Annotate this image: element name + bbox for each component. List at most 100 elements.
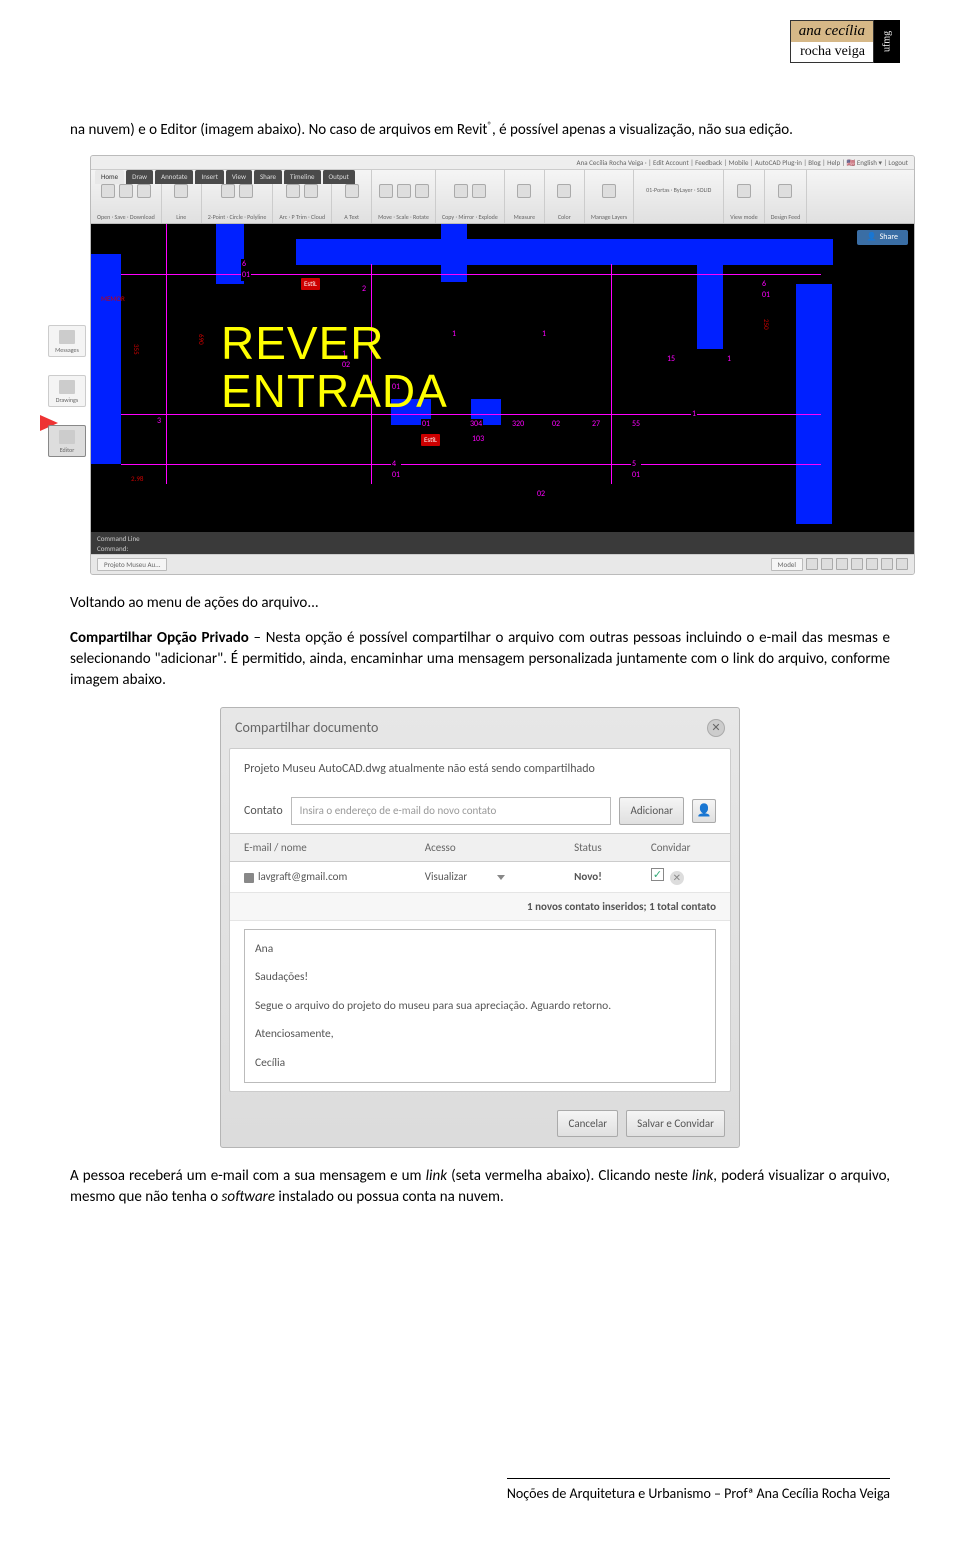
snap-icon[interactable] [806,558,818,570]
arc-icon[interactable] [286,184,300,198]
header-logo: ana cecília rocha veiga ufmg [790,20,900,63]
para1-a: na nuvem) e o Editor (imagem abaixo). No… [70,121,487,139]
ribbon-group-measure[interactable]: Measure [505,170,545,223]
zoom-in-icon[interactable] [866,558,878,570]
copy-icon[interactable] [454,184,468,198]
page-footer: Noções de Arquitetura e Urbanismo – Prof… [437,1478,960,1502]
ribbon-group-color[interactable]: Color [545,170,585,223]
ortho-icon[interactable] [836,558,848,570]
polyline-icon[interactable] [239,184,253,198]
siderail-messages[interactable]: Messages [48,325,86,357]
para4-software: software [222,1188,275,1206]
layers-icon[interactable] [602,184,616,198]
messages-icon [59,330,75,344]
annotation-line2: ENTRADA [221,365,448,417]
save-invite-button[interactable]: Salvar e Convidar [626,1110,725,1137]
footer-divider [507,1478,890,1479]
message-textarea[interactable]: Ana Saudações! Segue o arquivo do projet… [244,929,716,1083]
move-icon[interactable] [379,184,393,198]
siderail-drawings[interactable]: Drawings [48,375,86,407]
para4-a: A pessoa receberá um e-mail com a sua me… [70,1167,426,1185]
command-line-panel[interactable]: Command Line Command: [91,532,914,554]
msg-line: Atenciosamente, [255,1025,705,1043]
tab-draw[interactable]: Draw [126,170,153,184]
address-book-button[interactable]: 👤 [692,799,716,823]
ribbon-group-copy[interactable]: Copy · Mirror · Explode [436,170,505,223]
mirror-icon[interactable] [472,184,486,198]
msg-line: Ana [255,940,705,958]
designfeed-icon[interactable] [778,184,792,198]
cad-account-topbar[interactable]: Ana Cecília Rocha Veiga · | Edit Account… [91,156,914,170]
room-label-memor: MEMOR [101,294,125,304]
text-icon[interactable] [345,184,359,198]
cad-share-button[interactable]: 👤 Share [857,230,908,245]
ribbon-group-layers[interactable]: Manage Layers [585,170,634,223]
color-icon[interactable] [557,184,571,198]
siderail-editor[interactable]: Editor [48,425,86,457]
invite-cell: ✕ [637,862,730,892]
grid-icon[interactable] [821,558,833,570]
model-tab[interactable]: Model [771,558,803,572]
msg-line: Cecília [255,1054,705,1072]
cancel-button[interactable]: Cancelar [557,1110,618,1137]
tab-view[interactable]: View [226,170,252,184]
col-status: Status [560,833,637,861]
download-icon[interactable] [137,184,151,198]
zoom-out-icon[interactable] [851,558,863,570]
trim-icon[interactable] [304,184,318,198]
editor-icon [59,430,75,444]
ribbon-label: 01-Portas · ByLayer · SOLID [646,186,711,194]
para3-bold: Compartilhar Opção Privado [70,629,249,647]
viewmode-icon[interactable] [737,184,751,198]
contacts-table: E-mail / nome Acesso Status Convidar lav… [230,833,730,921]
person-icon [244,873,254,883]
close-icon[interactable]: ✕ [707,719,725,737]
ribbon-group-designfeed[interactable]: Design Feed [765,170,808,223]
siderail-label: Drawings [56,396,78,404]
open-icon[interactable] [101,184,115,198]
tab-home[interactable]: Home [95,170,124,184]
paragraph-4: A pessoa receberá um e-mail com a sua me… [70,1166,890,1208]
cad-annotation-text: REVER ENTRADA [221,319,448,416]
remove-contact-icon[interactable]: ✕ [670,871,684,885]
drawing-tab[interactable]: Projeto Museu Au... [97,558,167,572]
rotate-icon[interactable] [415,184,429,198]
ribbon-label: Line [176,213,186,221]
tab-timeline[interactable]: Timeline [284,170,320,184]
zoom-extents-icon[interactable] [881,558,893,570]
footer-text: Noções de Arquitetura e Urbanismo – Prof… [507,1485,890,1502]
ribbon-label: A Text [344,213,359,221]
invite-checkbox[interactable] [651,868,664,881]
ribbon-label: Color [558,213,571,221]
tab-share[interactable]: Share [254,170,282,184]
ribbon-tabs: Home Draw Annotate Insert View Share Tim… [95,170,355,184]
ribbon-label: View mode [730,213,757,221]
contact-email-input[interactable]: Insira o endereço de e-mail do novo cont… [291,797,612,824]
tab-insert[interactable]: Insert [195,170,223,184]
circle-icon[interactable] [221,184,235,198]
chevron-down-icon [497,875,505,880]
access-dropdown[interactable]: Visualizar [411,862,560,892]
ribbon-label: Manage Layers [591,213,627,221]
para4-link2: link [692,1167,713,1185]
room-tag: EstiL [421,434,440,446]
line-icon[interactable] [174,184,188,198]
ribbon-group-transform[interactable]: Move · Scale · Rotate [372,170,436,223]
tab-output[interactable]: Output [323,170,355,184]
msg-line: Saudações! [255,968,705,986]
dialog-info-text: Projeto Museu AutoCAD.dwg atualmente não… [230,749,730,790]
annotation-line1: REVER [221,317,384,369]
save-icon[interactable] [119,184,133,198]
contact-email: lavgraft@gmail.com [230,862,411,892]
ribbon-label: Move · Scale · Rotate [378,213,429,221]
cad-drawing-canvas[interactable]: EstiL EstiL MEMOR 3 2 102 1 1 01 01 304 … [91,224,914,532]
ribbon-group-layer-dropdowns[interactable]: 01-Portas · ByLayer · SOLID [634,170,724,223]
ribbon-label: 2-Point · Circle · Polyline [208,213,267,221]
ribbon-group-viewmode[interactable]: View mode [724,170,764,223]
ribbon-label: Open · Save · Download [97,213,155,221]
scale-icon[interactable] [397,184,411,198]
add-contact-button[interactable]: Adicionar [619,797,684,824]
measure-icon[interactable] [517,184,531,198]
pan-icon[interactable] [896,558,908,570]
tab-annotate[interactable]: Annotate [155,170,193,184]
